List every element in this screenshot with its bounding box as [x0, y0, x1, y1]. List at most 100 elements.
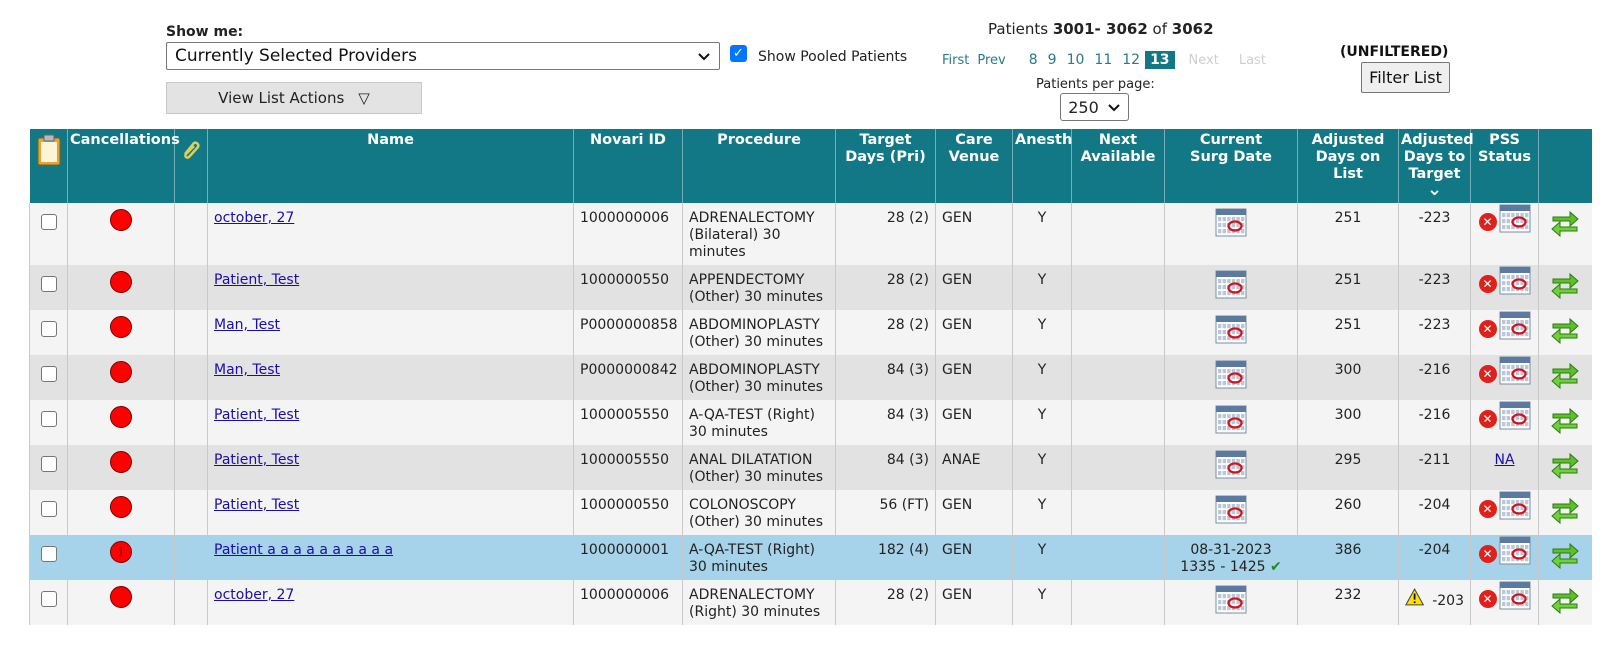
select-all-header[interactable] [29, 129, 68, 203]
red-x-icon[interactable]: ✕ [1478, 364, 1497, 383]
col-care-venue[interactable]: Care Venue [935, 129, 1013, 203]
transfer-arrows-icon[interactable] [1550, 541, 1580, 570]
calendar-icon[interactable] [1215, 269, 1247, 299]
show-pooled-checkbox[interactable]: ✓ [730, 45, 747, 62]
patient-name-link[interactable]: Patient, Test [214, 452, 299, 468]
patient-name-link[interactable]: Patient, Test [214, 272, 299, 288]
row-checkbox[interactable] [40, 321, 57, 337]
red-x-icon[interactable]: ✕ [1478, 589, 1497, 608]
calendar-icon[interactable] [1215, 207, 1247, 237]
novari-id-cell: P0000000858 [573, 310, 683, 355]
red-x-icon[interactable]: ✕ [1478, 319, 1497, 338]
pager-page[interactable]: 9 [1043, 52, 1062, 68]
col-next-available[interactable]: Next Available [1071, 129, 1165, 203]
red-x-icon[interactable]: ✕ [1478, 499, 1497, 518]
pager-page[interactable]: 12 [1117, 52, 1145, 68]
filter-list-button[interactable]: Filter List [1361, 62, 1450, 93]
calendar-icon[interactable] [1215, 494, 1247, 524]
table-row[interactable]: october, 27 1000000006 ADRENALECTOMY (Ri… [29, 580, 1592, 625]
pss-status-link[interactable]: NA [1494, 452, 1514, 468]
table-row[interactable]: Patient, Test 1000005550 ANAL DILATATION… [29, 445, 1592, 490]
pager-first[interactable]: First [938, 53, 973, 68]
table-row[interactable]: Patient, Test 1000000550 COLONOSCOPY (Ot… [29, 490, 1592, 535]
patient-name-link[interactable]: october, 27 [214, 210, 294, 226]
col-novari-id[interactable]: Novari ID [573, 129, 683, 203]
pager-page[interactable]: 10 [1062, 52, 1090, 68]
pager-page[interactable]: 8 [1024, 52, 1043, 68]
patient-name-link[interactable]: Man, Test [214, 362, 280, 378]
row-checkbox[interactable] [40, 456, 57, 472]
pager-prev[interactable]: Prev [973, 53, 1009, 68]
row-checkbox[interactable] [40, 411, 57, 427]
transfer-arrows-icon[interactable] [1550, 361, 1580, 390]
col-adj-days-to-target[interactable]: Adjusted Days to Target ⌄ [1398, 129, 1474, 203]
adj-days-on-list-cell: 251 [1297, 203, 1399, 265]
red-x-icon[interactable]: ✕ [1478, 212, 1497, 231]
cancellation-dot[interactable] [110, 361, 132, 383]
calendar-icon[interactable] [1499, 265, 1531, 295]
row-checkbox[interactable] [40, 591, 57, 607]
patient-name-link[interactable]: Patient a a a a a a a a a a [214, 542, 393, 558]
cancellation-dot[interactable] [110, 209, 132, 231]
cancellation-dot[interactable] [110, 496, 132, 518]
col-pss-status[interactable]: PSS Status [1470, 129, 1539, 203]
table-row[interactable]: 1 Patient a a a a a a a a a a 1000000001… [29, 535, 1592, 580]
pager-page[interactable]: 11 [1089, 52, 1117, 68]
calendar-icon[interactable] [1499, 580, 1531, 610]
table-row[interactable]: october, 27 1000000006 ADRENALECTOMY (Bi… [29, 203, 1592, 265]
adj-target-wrap: -203 [1405, 587, 1464, 610]
col-adj-days-on-list[interactable]: Adjusted Days on List [1297, 129, 1399, 203]
col-cancellations[interactable]: Cancellations [67, 129, 180, 203]
calendar-icon[interactable] [1215, 584, 1247, 614]
cancellation-dot[interactable] [110, 406, 132, 428]
view-list-actions-button[interactable]: View List Actions ▽ [166, 82, 422, 114]
col-target-days[interactable]: Target Days (Pri) [835, 129, 936, 203]
calendar-icon[interactable] [1215, 449, 1247, 479]
table-row[interactable]: Patient, Test 1000000550 APPENDECTOMY (O… [29, 265, 1592, 310]
transfer-arrows-icon[interactable] [1550, 406, 1580, 435]
transfer-arrows-icon[interactable] [1550, 496, 1580, 525]
cancellation-dot[interactable] [110, 271, 132, 293]
cancellation-dot[interactable] [110, 451, 132, 473]
table-row[interactable]: Man, Test P0000000858 ABDOMINOPLASTY (Ot… [29, 310, 1592, 355]
calendar-icon[interactable] [1215, 404, 1247, 434]
cancellation-dot[interactable] [110, 586, 132, 608]
col-name[interactable]: Name [207, 129, 574, 203]
calendar-icon[interactable] [1499, 203, 1531, 233]
per-page-select[interactable]: 250 [1060, 93, 1129, 121]
red-x-icon[interactable]: ✕ [1478, 409, 1497, 428]
calendar-icon[interactable] [1215, 359, 1247, 389]
col-anesth[interactable]: Anesth [1012, 129, 1072, 203]
row-checkbox[interactable] [40, 276, 57, 292]
row-checkbox[interactable] [40, 546, 57, 562]
row-checkbox[interactable] [40, 366, 57, 382]
clipboard-icon[interactable] [36, 134, 62, 166]
provider-select[interactable]: Currently Selected Providers [166, 42, 720, 70]
calendar-icon[interactable] [1499, 535, 1531, 565]
transfer-arrows-icon[interactable] [1550, 271, 1580, 300]
patient-name-link[interactable]: Patient, Test [214, 407, 299, 423]
col-current-surg-date[interactable]: Current Surg Date [1164, 129, 1298, 203]
patient-name-link[interactable]: Man, Test [214, 317, 280, 333]
row-checkbox[interactable] [40, 501, 57, 517]
red-x-icon[interactable]: ✕ [1478, 544, 1497, 563]
table-row[interactable]: Patient, Test 1000005550 A-QA-TEST (Righ… [29, 400, 1592, 445]
transfer-arrows-icon[interactable] [1550, 586, 1580, 615]
table-row[interactable]: Man, Test P0000000842 ABDOMINOPLASTY (Ot… [29, 355, 1592, 400]
transfer-arrows-icon[interactable] [1550, 209, 1580, 238]
red-x-icon[interactable]: ✕ [1478, 274, 1497, 293]
calendar-icon[interactable] [1499, 355, 1531, 385]
calendar-icon[interactable] [1499, 490, 1531, 520]
calendar-icon[interactable] [1499, 310, 1531, 340]
cancellation-dot[interactable]: 1 [110, 541, 132, 563]
col-procedure[interactable]: Procedure [682, 129, 836, 203]
patient-name-link[interactable]: october, 27 [214, 587, 294, 603]
patient-name-link[interactable]: Patient, Test [214, 497, 299, 513]
transfer-arrows-icon[interactable] [1550, 451, 1580, 480]
calendar-icon[interactable] [1499, 400, 1531, 430]
row-checkbox[interactable] [40, 214, 57, 230]
adj-days-on-list-cell: 251 [1297, 310, 1399, 355]
cancellation-dot[interactable] [110, 316, 132, 338]
calendar-icon[interactable] [1215, 314, 1247, 344]
transfer-arrows-icon[interactable] [1550, 316, 1580, 345]
